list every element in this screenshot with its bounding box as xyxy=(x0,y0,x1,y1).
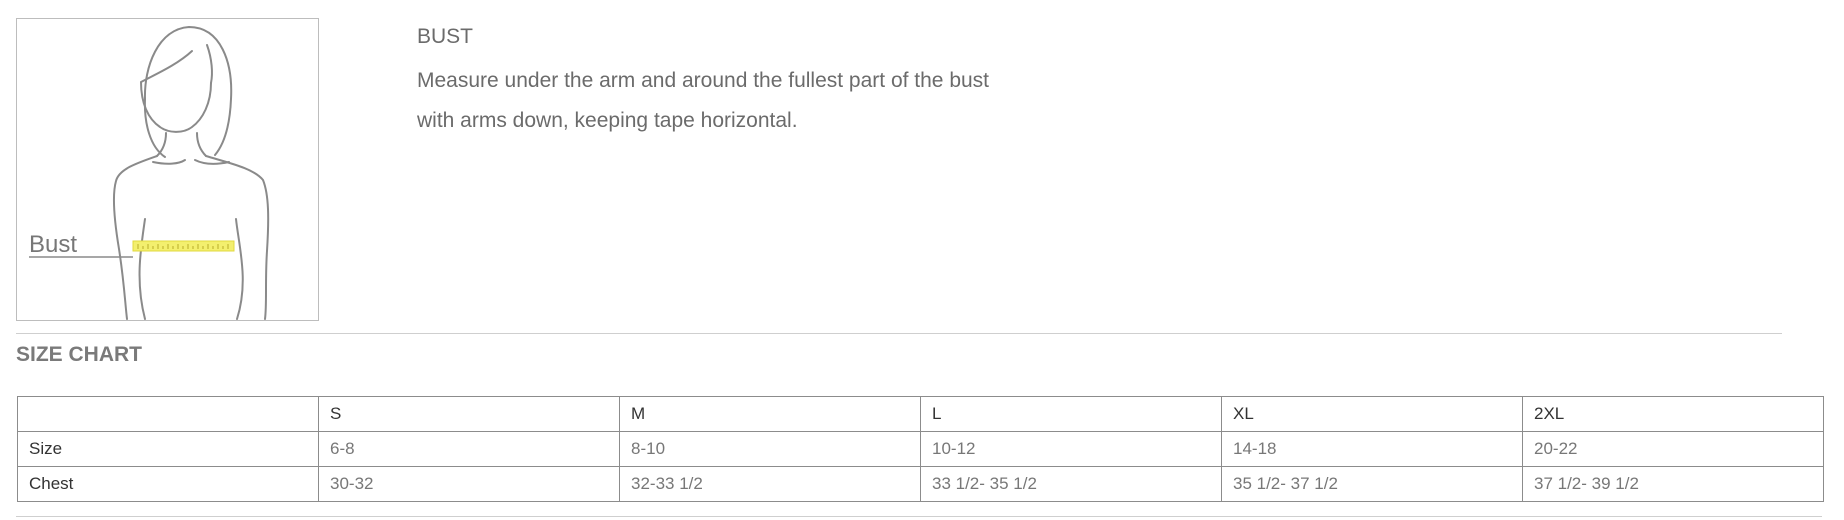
column-header-s: S xyxy=(318,396,620,432)
measurement-title: BUST xyxy=(417,25,474,48)
table-cell: 20-22 xyxy=(1522,431,1824,467)
table-row: Chest 30-32 32-33 1/2 33 1/2- 35 1/2 35 … xyxy=(17,466,1824,502)
description-line-1: Measure under the arm and around the ful… xyxy=(417,69,990,92)
table-header-row: S M L XL 2XL xyxy=(17,396,1824,432)
table-cell: 30-32 xyxy=(318,466,620,502)
table-cell: 37 1/2- 39 1/2 xyxy=(1522,466,1824,502)
size-chart-title: SIZE CHART xyxy=(16,343,142,366)
measurement-description: Measure under the arm and around the ful… xyxy=(417,61,1217,141)
table-corner-cell xyxy=(17,396,319,432)
table-cell: 6-8 xyxy=(318,431,620,467)
table-cell: 10-12 xyxy=(920,431,1222,467)
column-header-l: L xyxy=(920,396,1222,432)
table-cell: 14-18 xyxy=(1221,431,1523,467)
bottom-divider xyxy=(16,516,1822,517)
table-cell: 8-10 xyxy=(619,431,921,467)
bust-measurement-illustration: Bust xyxy=(16,18,319,321)
column-header-xl: XL xyxy=(1221,396,1523,432)
description-line-2: with arms down, keeping tape horizontal. xyxy=(417,109,798,132)
column-header-2xl: 2XL xyxy=(1522,396,1824,432)
table-cell: 32-33 1/2 xyxy=(619,466,921,502)
table-cell: 35 1/2- 37 1/2 xyxy=(1221,466,1523,502)
measurement-instructions: BUST Measure under the arm and around th… xyxy=(417,22,1217,141)
column-header-m: M xyxy=(619,396,921,432)
row-label-chest: Chest xyxy=(17,466,319,502)
table-cell: 33 1/2- 35 1/2 xyxy=(920,466,1222,502)
body-outline-icon: Bust xyxy=(29,26,270,320)
size-chart-table: S M L XL 2XL Size 6-8 8-10 10-12 14-18 2… xyxy=(17,396,1824,502)
bust-label: Bust xyxy=(29,231,77,258)
row-label-size: Size xyxy=(17,431,319,467)
table-row: Size 6-8 8-10 10-12 14-18 20-22 xyxy=(17,431,1824,467)
section-divider xyxy=(16,333,1782,334)
